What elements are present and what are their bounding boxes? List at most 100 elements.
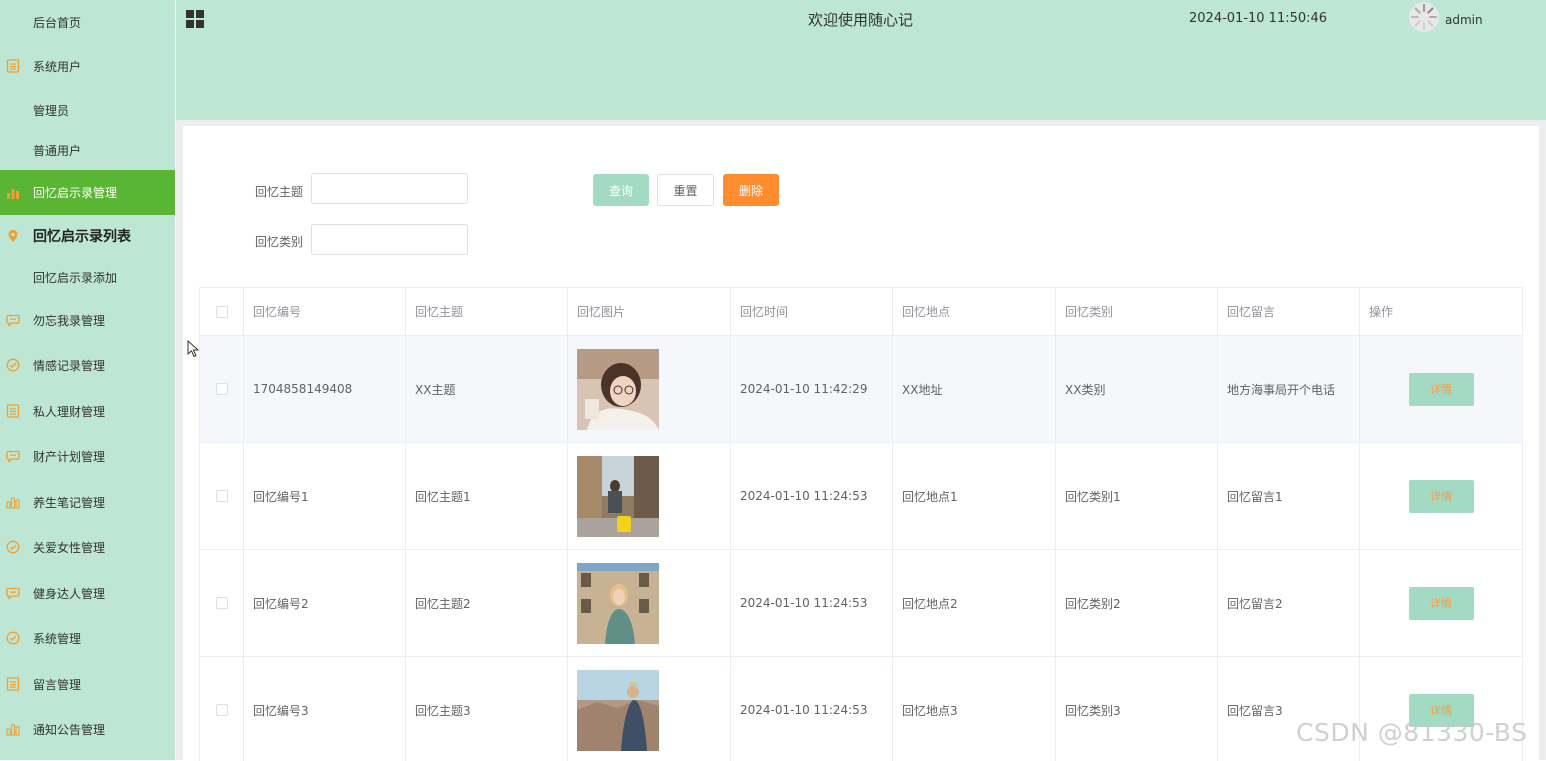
app-title: 欢迎使用随心记 (808, 11, 914, 29)
sidebar-item-label: 后台首页 (33, 15, 82, 30)
memory-photo[interactable] (577, 562, 659, 644)
row-checkbox[interactable] (215, 490, 228, 502)
row-checkbox[interactable] (215, 383, 228, 395)
cell-id: 回忆编号3 (244, 657, 406, 761)
check-circle-icon (6, 358, 20, 372)
sidebar-item-health-notes[interactable]: 养生笔记管理 (0, 480, 175, 524)
column-header: 回忆时间 (731, 288, 893, 336)
cell-category: 回忆类别2 (1056, 550, 1218, 657)
row-select-cell (200, 336, 244, 443)
sidebar-item-label: 回忆启示录列表 (33, 229, 131, 245)
cell-topic: 回忆主题2 (406, 550, 568, 657)
bar-chart-icon (6, 497, 20, 509)
cell-image (568, 657, 731, 761)
category-label: 回忆类别 (255, 235, 304, 249)
sidebar-item-emotion-records[interactable]: 情感记录管理 (0, 343, 175, 387)
sidebar-item-label: 系统用户 (33, 59, 82, 74)
watermark: CSDN @81330-BS (1296, 718, 1528, 747)
row-select-cell (200, 550, 244, 657)
cell-category: XX类别 (1056, 336, 1218, 443)
reset-button[interactable]: 重置 (657, 174, 714, 206)
cell-id: 回忆编号2 (244, 550, 406, 657)
sidebar-item-label: 留言管理 (33, 677, 82, 692)
column-header: 回忆类别 (1056, 288, 1218, 336)
row-checkbox[interactable] (215, 597, 228, 609)
column-header: 回忆主题 (406, 288, 568, 336)
memory-photo[interactable] (577, 455, 659, 537)
sidebar-item-memory-management[interactable]: 回忆启示录管理 (0, 170, 175, 215)
sidebar-item-label: 情感记录管理 (33, 358, 106, 373)
sidebar-item-messages[interactable]: 留言管理 (0, 662, 175, 706)
cell-image (568, 443, 731, 550)
sidebar-item-home[interactable]: 后台首页 (0, 0, 175, 44)
cell-topic: XX主题 (406, 336, 568, 443)
sidebar-item-label: 回忆启示录添加 (33, 270, 118, 285)
detail-button[interactable]: 详情 (1408, 479, 1474, 513)
row-checkbox[interactable] (215, 704, 228, 716)
sidebar-item-system-management[interactable]: 系统管理 (0, 616, 175, 660)
cell-action: 详情 (1360, 336, 1523, 443)
cell-place: 回忆地点1 (893, 443, 1056, 550)
cell-message: 回忆留言2 (1218, 550, 1360, 657)
cell-category: 回忆类别3 (1056, 657, 1218, 761)
column-header: 回忆编号 (244, 288, 406, 336)
sidebar-item-women-care[interactable]: 关爱女性管理 (0, 525, 175, 569)
loading-spinner-icon (1411, 4, 1437, 30)
sidebar-item-label: 回忆启示录管理 (33, 186, 118, 200)
sidebar-item-forget-me-not[interactable]: 勿忘我录管理 (0, 298, 175, 342)
sidebar-item-label: 勿忘我录管理 (33, 313, 106, 328)
cell-time: 2024-01-10 11:24:53 (731, 657, 893, 761)
row-select-cell (200, 443, 244, 550)
sidebar-item-notices[interactable]: 通知公告管理 (0, 707, 175, 751)
cell-message: 回忆留言1 (1218, 443, 1360, 550)
select-all-cell (200, 288, 244, 336)
sidebar-item-normal-users[interactable]: 普通用户 (0, 128, 175, 172)
sidebar-item-label: 私人理财管理 (33, 404, 106, 419)
sidebar-item-asset-plan[interactable]: 财产计划管理 (0, 434, 175, 478)
cell-topic: 回忆主题1 (406, 443, 568, 550)
cell-id: 回忆编号1 (244, 443, 406, 550)
username[interactable]: admin (1445, 13, 1483, 27)
bar-chart-icon (7, 188, 19, 199)
topic-input[interactable] (311, 173, 468, 204)
memory-table: 回忆编号 回忆主题 回忆图片 回忆时间 回忆地点 回忆类别 回忆留言 操作 17… (199, 287, 1523, 761)
cell-id: 1704858149408 (244, 336, 406, 443)
document-icon (6, 59, 20, 73)
avatar[interactable] (1409, 2, 1439, 32)
sidebar-item-admin[interactable]: 管理员 (0, 88, 175, 132)
location-pin-icon (8, 230, 18, 242)
document-icon (6, 404, 20, 418)
mouse-cursor-icon (187, 340, 199, 358)
sidebar-item-fitness[interactable]: 健身达人管理 (0, 571, 175, 615)
column-header: 回忆地点 (893, 288, 1056, 336)
document-icon (6, 677, 20, 691)
memory-photo[interactable] (577, 669, 659, 751)
menu-grid-icon[interactable] (186, 10, 204, 28)
cell-action: 详情 (1360, 443, 1523, 550)
sidebar-item-label: 关爱女性管理 (33, 540, 106, 555)
column-header: 操作 (1360, 288, 1523, 336)
row-select-cell (200, 657, 244, 761)
sidebar-item-label: 管理员 (33, 103, 70, 118)
check-circle-icon (6, 631, 20, 645)
sidebar-item-memory-list[interactable]: 回忆启示录列表 (0, 214, 175, 258)
cell-time: 2024-01-10 11:24:53 (731, 550, 893, 657)
cell-image (568, 336, 731, 443)
delete-button[interactable]: 删除 (723, 174, 779, 206)
select-all-checkbox[interactable] (215, 305, 228, 318)
chat-bubble-icon (6, 450, 20, 463)
cell-time: 2024-01-10 11:24:53 (731, 443, 893, 550)
sidebar-item-system-users[interactable]: 系统用户 (0, 44, 175, 88)
detail-button[interactable]: 详情 (1408, 372, 1474, 406)
sidebar-item-memory-add[interactable]: 回忆启示录添加 (0, 255, 175, 299)
category-input[interactable] (311, 224, 468, 255)
memory-photo[interactable] (577, 348, 659, 430)
cell-category: 回忆类别1 (1056, 443, 1218, 550)
detail-button[interactable]: 详情 (1408, 586, 1474, 620)
sidebar-item-personal-finance[interactable]: 私人理财管理 (0, 389, 175, 433)
cell-message: 地方海事局开个电话 (1218, 336, 1360, 443)
query-button[interactable]: 查询 (593, 174, 649, 206)
chat-bubble-icon (6, 587, 20, 600)
cell-topic: 回忆主题3 (406, 657, 568, 761)
cell-place: XX地址 (893, 336, 1056, 443)
